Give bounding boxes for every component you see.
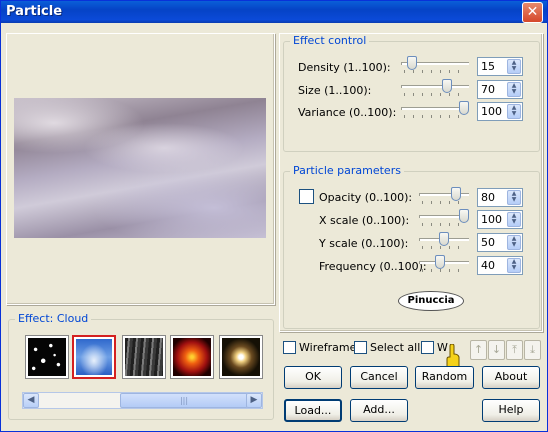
x-scale-spinbox[interactable]: 100 ▲ ▼ xyxy=(477,210,523,229)
variance-value[interactable]: 100 xyxy=(481,105,502,118)
size-spinbox[interactable]: 70 ▲ ▼ xyxy=(477,80,523,99)
y-scale-spinbox[interactable]: 50 ▲ ▼ xyxy=(477,233,523,252)
w-checkbox[interactable] xyxy=(421,341,434,354)
y-scale-slider[interactable] xyxy=(419,232,469,250)
select-all-label[interactable]: Select all xyxy=(370,341,420,354)
frequency-spinbox[interactable]: 40 ▲ ▼ xyxy=(477,256,523,275)
scroll-thumb[interactable]: ||| xyxy=(120,393,248,408)
density-spinbox[interactable]: 15 ▲ ▼ xyxy=(477,57,523,76)
ok-button[interactable]: OK xyxy=(284,366,342,389)
particle-dialog: Particle ✕ Effect: Cloud ◀ ||| ▶ Effect … xyxy=(0,0,548,432)
size-spin-arrows[interactable]: ▲ ▼ xyxy=(507,82,521,97)
frequency-slider[interactable] xyxy=(419,255,469,273)
move-top-icon[interactable]: ⤒ xyxy=(506,340,523,360)
frequency-value[interactable]: 40 xyxy=(481,259,495,272)
scroll-left-button[interactable]: ◀ xyxy=(23,393,39,408)
load-button[interactable]: Load... xyxy=(284,399,342,422)
thumbnail-sparkle[interactable] xyxy=(219,335,263,379)
effect-group-legend: Effect: Cloud xyxy=(15,312,92,325)
x-scale-slider[interactable] xyxy=(419,209,469,227)
title-bar[interactable]: Particle ✕ xyxy=(1,1,547,23)
move-bottom-icon[interactable]: ⤓ xyxy=(524,340,541,360)
preview-image xyxy=(14,98,266,238)
opacity-spin-arrows[interactable]: ▲ ▼ xyxy=(507,190,521,205)
close-button[interactable]: ✕ xyxy=(522,2,543,23)
y-scale-spin-arrows[interactable]: ▲ ▼ xyxy=(507,235,521,250)
thumbnail-scrollbar[interactable]: ◀ ||| ▶ xyxy=(22,392,263,409)
effect-control-legend: Effect control xyxy=(290,34,370,47)
density-label: Density (1..100): xyxy=(298,61,391,74)
particle-parameters-legend: Particle parameters xyxy=(290,164,404,177)
opacity-label: Opacity (0..100): xyxy=(319,191,413,204)
frequency-label: Frequency (0..100): xyxy=(319,260,427,273)
window-title: Particle xyxy=(6,4,63,19)
density-value[interactable]: 15 xyxy=(481,60,495,73)
x-scale-value[interactable]: 100 xyxy=(481,213,502,226)
wireframe-checkbox[interactable] xyxy=(283,341,296,354)
move-down-icon[interactable]: ↓ xyxy=(488,340,505,360)
variance-spinbox[interactable]: 100 ▲ ▼ xyxy=(477,102,523,121)
opacity-checkbox[interactable] xyxy=(299,189,314,204)
thumbnail-rain[interactable] xyxy=(122,335,166,379)
y-scale-label: Y scale (0..100): xyxy=(319,237,409,250)
opacity-value[interactable]: 80 xyxy=(481,191,495,204)
about-button[interactable]: About xyxy=(482,366,540,389)
move-up-icon[interactable]: ↑ xyxy=(470,340,487,360)
thumbnail-fire[interactable] xyxy=(170,335,214,379)
help-button[interactable]: Help xyxy=(482,399,540,422)
frequency-spin-arrows[interactable]: ▲ ▼ xyxy=(507,258,521,273)
y-scale-value[interactable]: 50 xyxy=(481,236,495,249)
density-spin-arrows[interactable]: ▲ ▼ xyxy=(507,59,521,74)
thumbnail-stars[interactable] xyxy=(25,335,69,379)
thumbnail-cloud[interactable] xyxy=(72,335,116,379)
variance-label: Variance (0..100): xyxy=(298,106,397,119)
x-scale-spin-arrows[interactable]: ▲ ▼ xyxy=(507,212,521,227)
watermark-logo: Pinuccia xyxy=(398,291,464,311)
density-slider[interactable] xyxy=(401,56,469,74)
variance-slider[interactable] xyxy=(401,101,469,119)
random-button[interactable]: Random xyxy=(415,366,474,389)
select-all-checkbox[interactable] xyxy=(354,341,367,354)
cancel-button[interactable]: Cancel xyxy=(350,366,408,389)
opacity-slider[interactable] xyxy=(419,187,469,205)
x-scale-label: X scale (0..100): xyxy=(319,214,410,227)
opacity-spinbox[interactable]: 80 ▲ ▼ xyxy=(477,188,523,207)
size-value[interactable]: 70 xyxy=(481,83,495,96)
size-slider[interactable] xyxy=(401,79,469,97)
scroll-right-button[interactable]: ▶ xyxy=(246,393,262,408)
size-label: Size (1..100): xyxy=(298,84,372,97)
variance-spin-arrows[interactable]: ▲ ▼ xyxy=(507,104,521,119)
wireframe-label[interactable]: Wireframe xyxy=(299,341,356,354)
add-button[interactable]: Add... xyxy=(350,399,408,422)
